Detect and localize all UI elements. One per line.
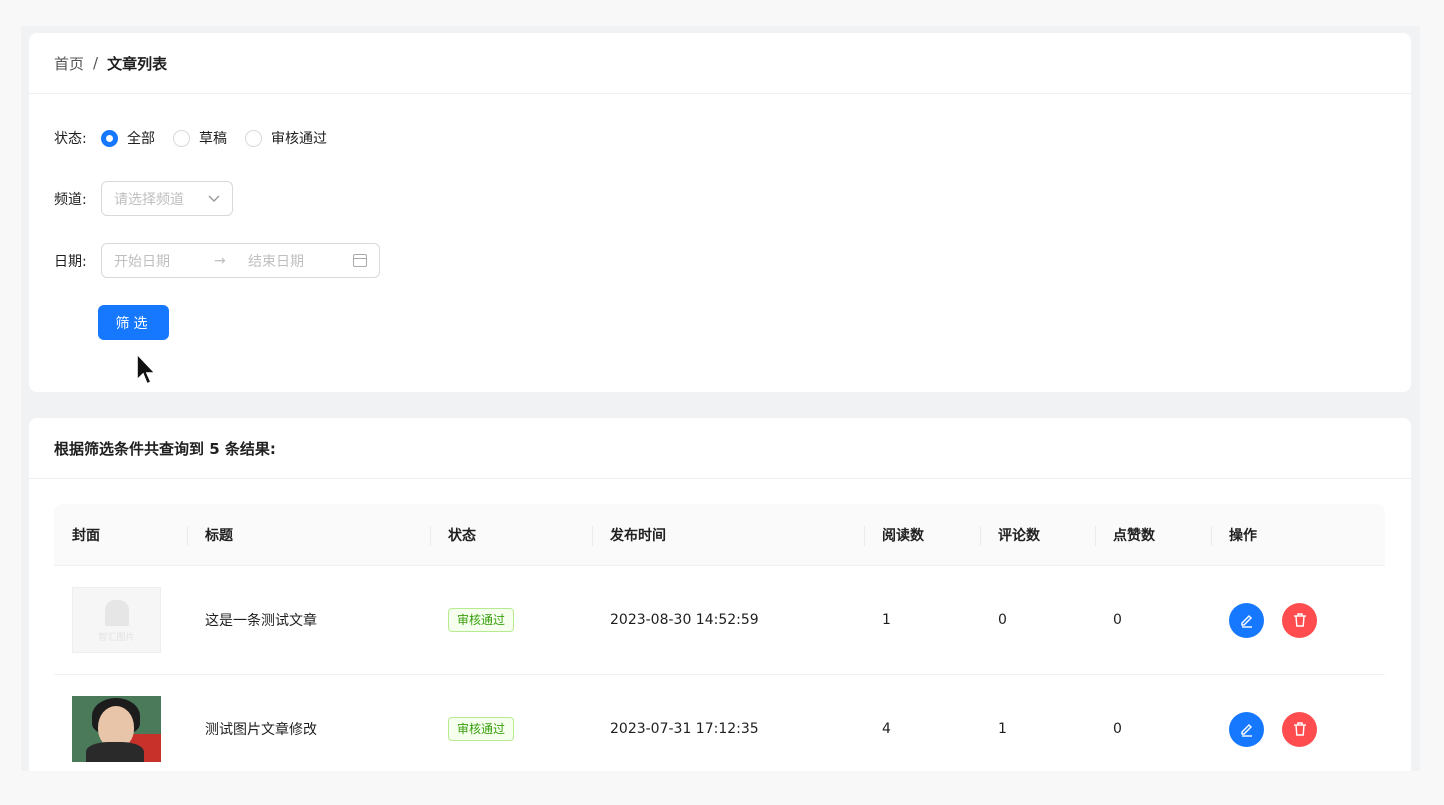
title-cell: 这是一条测试文章 bbox=[205, 613, 317, 629]
actions-cell bbox=[1211, 675, 1385, 771]
table-header: 封面 标题 状态 发布时间 阅读数 评论数 点赞数 操作 bbox=[54, 504, 1385, 566]
edit-button[interactable] bbox=[1229, 602, 1264, 638]
range-arrow-icon: → bbox=[214, 252, 226, 269]
date-range-picker[interactable]: 开始日期 → 结束日期 bbox=[101, 243, 380, 278]
chevron-down-icon bbox=[208, 195, 220, 202]
radio-dot[interactable] bbox=[245, 129, 262, 147]
start-date-input[interactable]: 开始日期 bbox=[114, 251, 214, 271]
column-publish-time: 发布时间 bbox=[592, 504, 864, 565]
column-actions: 操作 bbox=[1211, 504, 1385, 565]
breadcrumb-home[interactable]: 首页 bbox=[54, 53, 84, 74]
channel-filter-row: 频道: 请选择频道 bbox=[54, 181, 233, 216]
status-badge: 审核通过 bbox=[448, 608, 515, 632]
radio-status-approved[interactable]: 审核通过 bbox=[245, 128, 327, 148]
channel-label: 频道: bbox=[54, 191, 87, 208]
radio-status-draft[interactable]: 草稿 bbox=[173, 128, 227, 148]
cover-cell: 智汇图片 bbox=[54, 566, 187, 674]
articles-table: 封面 标题 状态 发布时间 阅读数 评论数 点赞数 操作 智汇图片 这是一条测试… bbox=[54, 504, 1385, 771]
column-title: 标题 bbox=[187, 504, 430, 565]
status-badge: 审核通过 bbox=[448, 717, 515, 741]
breadcrumb-separator: / bbox=[93, 54, 99, 72]
placeholder-logo-icon bbox=[105, 600, 129, 626]
radio-dot[interactable] bbox=[173, 129, 190, 147]
likes-cell: 0 bbox=[1113, 612, 1122, 628]
column-likes: 点赞数 bbox=[1095, 504, 1211, 565]
actions-cell bbox=[1211, 566, 1385, 674]
calendar-icon bbox=[353, 254, 367, 267]
likes-cell: 0 bbox=[1113, 721, 1122, 737]
publish-time-cell: 2023-07-31 17:12:35 bbox=[610, 721, 759, 737]
comments-cell: 1 bbox=[998, 721, 1007, 737]
radio-label: 全部 bbox=[127, 131, 155, 147]
title-cell: 测试图片文章修改 bbox=[205, 722, 317, 738]
cover-placeholder-image: 智汇图片 bbox=[72, 587, 161, 653]
edit-icon bbox=[1240, 615, 1252, 628]
status-filter-row: 状态: 全部 草稿 审核通过 bbox=[54, 128, 345, 148]
delete-icon bbox=[1293, 613, 1306, 627]
column-reads: 阅读数 bbox=[864, 504, 980, 565]
edit-button[interactable] bbox=[1229, 711, 1264, 747]
filter-button[interactable]: 筛选 bbox=[98, 305, 169, 340]
table-row: 测试图片文章修改 审核通过 2023-07-31 17:12:35 4 1 0 bbox=[54, 675, 1385, 771]
reads-cell: 4 bbox=[882, 721, 891, 737]
column-comments: 评论数 bbox=[980, 504, 1095, 565]
status-label: 状态: bbox=[54, 131, 87, 147]
cover-cell bbox=[54, 675, 187, 771]
delete-button[interactable] bbox=[1282, 711, 1317, 747]
channel-select-placeholder: 请选择频道 bbox=[114, 191, 184, 208]
radio-dot[interactable] bbox=[101, 129, 118, 147]
comments-cell: 0 bbox=[998, 612, 1007, 628]
status-cell: 审核通过 bbox=[430, 675, 592, 771]
photo-body bbox=[86, 742, 144, 762]
placeholder-logo-text: 智汇图片 bbox=[98, 633, 135, 643]
breadcrumb-current: 文章列表 bbox=[107, 54, 168, 73]
delete-button[interactable] bbox=[1282, 602, 1317, 638]
publish-time-cell: 2023-08-30 14:52:59 bbox=[610, 612, 759, 628]
status-cell: 审核通过 bbox=[430, 566, 592, 674]
edit-icon bbox=[1240, 724, 1252, 737]
column-status: 状态 bbox=[430, 504, 592, 565]
end-date-input[interactable]: 结束日期 bbox=[248, 251, 353, 271]
mouse-cursor-icon bbox=[136, 352, 157, 386]
radio-label: 草稿 bbox=[199, 131, 227, 147]
table-row: 智汇图片 这是一条测试文章 审核通过 2023-08-30 14:52:59 1… bbox=[54, 566, 1385, 675]
date-filter-row: 日期: 开始日期 → 结束日期 bbox=[54, 243, 380, 278]
breadcrumb: 首页 / 文章列表 bbox=[29, 33, 1411, 94]
radio-status-all[interactable]: 全部 bbox=[101, 128, 155, 148]
results-count-title: 根据筛选条件共查询到 5 条结果: bbox=[54, 439, 276, 458]
filter-card: 首页 / 文章列表 bbox=[29, 33, 1411, 392]
radio-label: 审核通过 bbox=[271, 131, 327, 147]
results-header: 根据筛选条件共查询到 5 条结果: bbox=[29, 418, 1411, 479]
reads-cell: 1 bbox=[882, 612, 891, 628]
cover-photo-image bbox=[72, 696, 161, 762]
delete-icon bbox=[1293, 722, 1306, 736]
results-card: 根据筛选条件共查询到 5 条结果: 封面 标题 状态 发布时间 阅读数 评论数 … bbox=[29, 418, 1411, 771]
channel-select[interactable]: 请选择频道 bbox=[101, 181, 233, 216]
date-label: 日期: bbox=[54, 253, 87, 270]
column-cover: 封面 bbox=[72, 527, 100, 544]
